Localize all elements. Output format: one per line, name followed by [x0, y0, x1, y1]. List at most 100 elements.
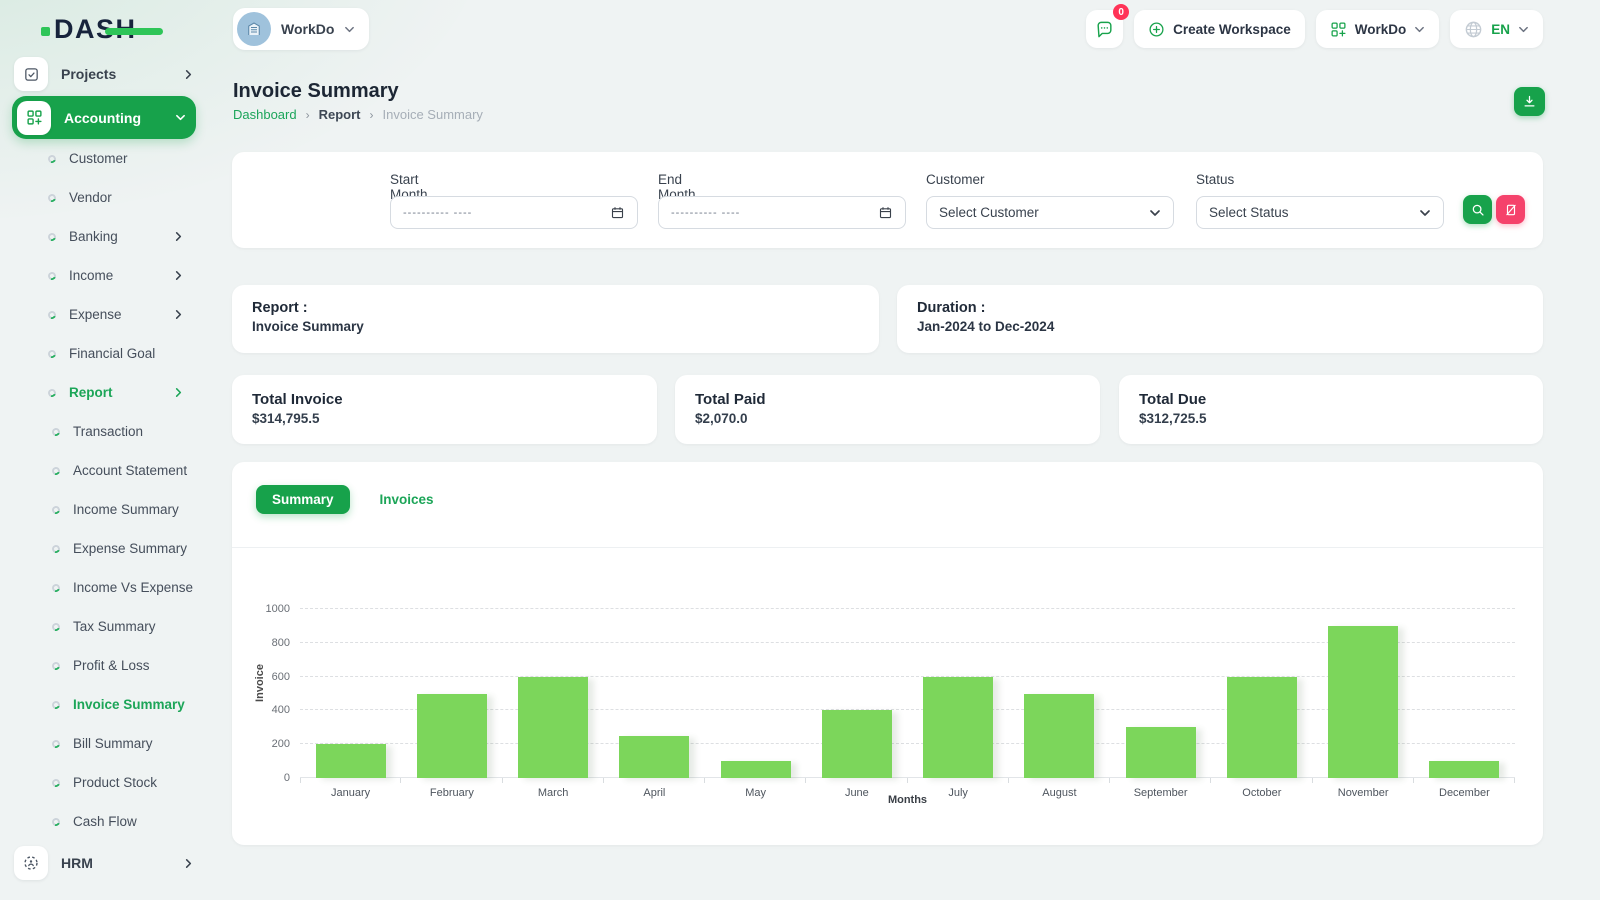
grid-plus-icon: [1331, 21, 1346, 37]
breadcrumb-dashboard[interactable]: Dashboard: [233, 107, 297, 122]
sidebar-item-income-vs-expense-label: Income Vs Expense: [73, 580, 194, 595]
sidebar-item-cash-flow-label: Cash Flow: [73, 814, 137, 829]
slot-may: May: [705, 609, 807, 799]
chevron-right-icon: [175, 310, 182, 319]
messages-button[interactable]: 0: [1086, 4, 1130, 48]
tab-summary[interactable]: Summary: [256, 485, 350, 514]
duration-value: Jan-2024 to Dec-2024: [917, 319, 1055, 334]
search-icon: [1472, 204, 1484, 216]
sidebar-item-account-statement[interactable]: Account Statement: [0, 451, 208, 490]
slot-october: October: [1211, 609, 1313, 799]
sidebar-item-product-stock[interactable]: Product Stock: [0, 763, 208, 802]
slot-july: July: [908, 609, 1009, 799]
bullet-icon: [50, 426, 62, 437]
sidebar-item-income[interactable]: Income: [0, 256, 208, 295]
tab-invoices[interactable]: Invoices: [364, 485, 450, 514]
breadcrumb-report[interactable]: Report: [319, 107, 361, 122]
bullet-icon: [46, 309, 58, 320]
y-tick-label: 0: [283, 772, 290, 784]
y-axis-title: Invoice: [253, 664, 266, 702]
total-due-label: Total Due: [1139, 391, 1207, 408]
chevron-right-icon: [185, 858, 192, 868]
bar-april: [619, 735, 690, 778]
x-axis-tick: [805, 778, 807, 783]
create-workspace-button[interactable]: Create Workspace: [1134, 10, 1305, 48]
report-value: Invoice Summary: [252, 319, 364, 334]
breadcrumb-separator: ›: [305, 107, 310, 122]
app-switcher-button[interactable]: WorkDo: [1315, 10, 1440, 48]
total-invoice-label: Total Invoice: [252, 391, 343, 408]
bullet-icon: [46, 348, 58, 359]
sidebar-item-expense-summary-label: Expense Summary: [73, 541, 188, 556]
chevron-down-icon: [1420, 209, 1430, 216]
logo-accent-dot: [41, 27, 50, 36]
calendar-icon: [611, 207, 624, 219]
download-button[interactable]: [1514, 87, 1545, 116]
start-month-input[interactable]: ---------- ----: [390, 196, 638, 229]
dash-logo[interactable]: DASH: [41, 14, 163, 45]
customer-select-value: Select Customer: [939, 205, 1039, 220]
sidebar-item-accounting[interactable]: Accounting: [12, 96, 196, 139]
checkbox-icon-box: [14, 57, 48, 91]
sidebar-item-report[interactable]: Report: [0, 373, 208, 412]
slot-april: April: [604, 609, 705, 799]
sidebar-item-projects[interactable]: Projects: [0, 52, 208, 96]
chart-panel: Summary Invoices Invoice 0 200 400 600 800 100…: [232, 462, 1543, 845]
x-axis-tick: [704, 778, 705, 783]
x-axis-tick: [602, 778, 604, 783]
download-icon: [1524, 95, 1535, 107]
x-axis-tick: [1412, 778, 1414, 783]
sidebar-item-cash-flow[interactable]: Cash Flow: [0, 802, 208, 841]
chevron-down-icon: [345, 26, 355, 32]
start-month-placeholder: ---------- ----: [403, 206, 473, 219]
workspace-label: WorkDo: [281, 21, 335, 37]
chevron-right-icon: [185, 69, 192, 79]
sidebar-item-customer-label: Customer: [69, 151, 128, 166]
end-month-input[interactable]: ---------- ----: [658, 196, 906, 229]
hrm-icon-box: [14, 846, 48, 880]
x-axis-tick: [1514, 778, 1515, 783]
x-axis-tick: [1007, 778, 1009, 783]
sidebar-item-vendor[interactable]: Vendor: [0, 178, 208, 217]
bar-january: [315, 744, 386, 778]
sidebar-item-profit-loss[interactable]: Profit & Loss: [0, 646, 208, 685]
sidebar-item-expense[interactable]: Expense: [0, 295, 208, 334]
sidebar-item-hrm[interactable]: HRM: [0, 841, 208, 885]
sidebar-item-hrm-label: HRM: [61, 855, 93, 871]
search-button[interactable]: [1463, 195, 1492, 224]
breadcrumb-invoice-summary: Invoice Summary: [382, 107, 483, 122]
sidebar-item-invoice-summary[interactable]: Invoice Summary: [0, 685, 208, 724]
bar-november: [1328, 625, 1399, 778]
status-label: Status: [1196, 172, 1235, 187]
globe-icon: [1465, 21, 1482, 37]
checkbox-icon: [24, 67, 38, 81]
sidebar-item-report-label: Report: [69, 385, 113, 400]
workspace-selector[interactable]: WorkDo: [233, 8, 370, 50]
slot-june: June: [806, 609, 908, 799]
bullet-icon: [50, 465, 62, 476]
sidebar-item-income-vs-expense[interactable]: Income Vs Expense: [0, 568, 208, 607]
status-select[interactable]: Select Status: [1196, 196, 1444, 229]
sidebar-item-expense-summary[interactable]: Expense Summary: [0, 529, 208, 568]
breadcrumb-separator: ›: [369, 107, 374, 122]
sidebar-item-bill-summary[interactable]: Bill Summary: [0, 724, 208, 763]
sidebar-item-tax-summary[interactable]: Tax Summary: [0, 607, 208, 646]
customer-select[interactable]: Select Customer: [926, 196, 1174, 229]
y-tick-label: 600: [271, 670, 290, 683]
reset-button[interactable]: [1496, 195, 1525, 224]
sidebar-item-financial-goal[interactable]: Financial Goal: [0, 334, 208, 373]
bullet-icon: [46, 192, 58, 203]
sidebar-item-banking[interactable]: Banking: [0, 217, 208, 256]
bar-february: [416, 693, 487, 778]
sidebar-item-customer[interactable]: Customer: [0, 139, 208, 178]
duration-label: Duration :: [917, 300, 986, 316]
x-axis-tick: [1311, 778, 1313, 783]
sidebar-item-invoice-summary-label: Invoice Summary: [73, 697, 185, 712]
sidebar-item-income-summary[interactable]: Income Summary: [0, 490, 208, 529]
sidebar-item-account-statement-label: Account Statement: [73, 463, 188, 478]
total-paid-value: $2,070.0: [695, 411, 748, 426]
language-selector[interactable]: EN: [1450, 10, 1543, 48]
sidebar-item-transaction[interactable]: Transaction: [0, 412, 208, 451]
sidebar-item-bill-summary-label: Bill Summary: [73, 736, 153, 751]
total-due-value: $312,725.5: [1139, 411, 1207, 426]
